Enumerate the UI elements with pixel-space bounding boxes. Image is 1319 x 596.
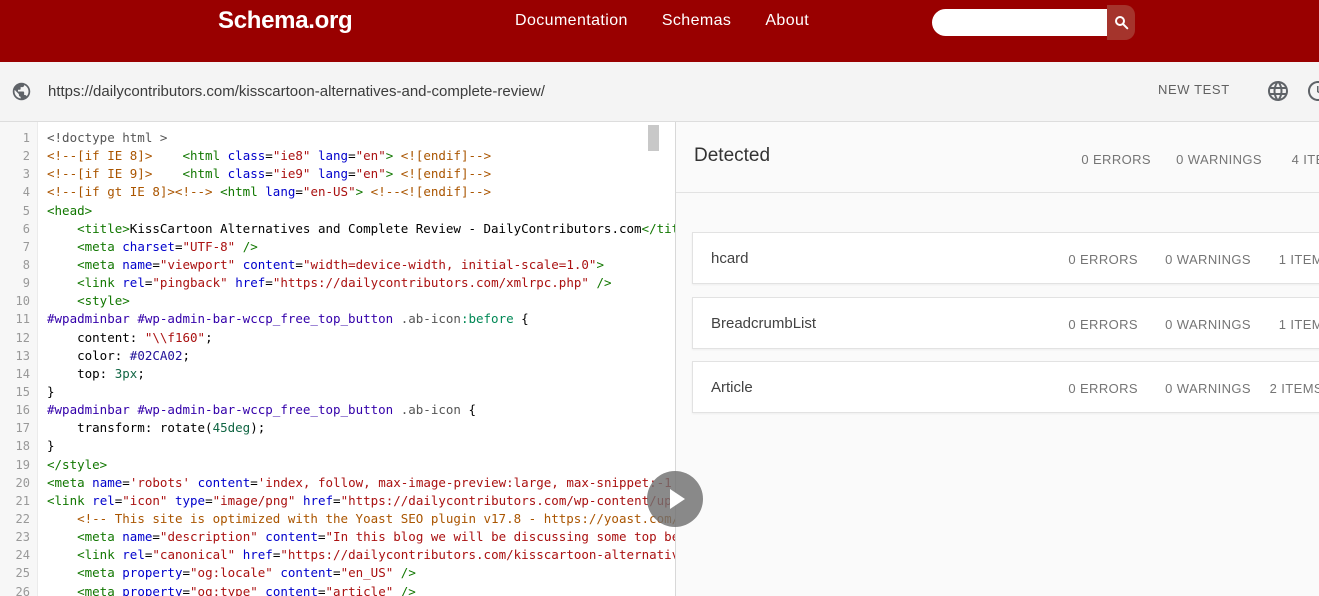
code-line: <meta name="description" content="In thi… [47,528,675,546]
code-line: #wpadminbar #wp-admin-bar-wccp_free_top_… [47,310,675,328]
entity-name: Article [711,362,753,412]
code-line: <meta name='robots' content='index, foll… [47,474,675,492]
code-line: color: #02CA02; [47,347,675,365]
entity-items: 1 ITEM [1173,252,1319,267]
code-line: <!--[if IE 8]> <html class="ie8" lang="e… [47,147,675,165]
code-line: <meta name="viewport" content="width=dev… [47,256,675,274]
code-line: <title>KissCartoon Alternatives and Comp… [47,220,675,238]
code-line: top: 3px; [47,365,675,383]
tested-url[interactable]: https://dailycontributors.com/kisscartoo… [48,62,545,122]
globe-icon[interactable] [1266,79,1290,108]
results-header: Detected 0 ERRORS 0 WARNINGS 4 ITEMS [676,122,1319,193]
top-navbar: Schema.org Documentation Schemas About [0,0,1319,62]
code-line: <meta property="og:locale" content="en_U… [47,564,675,582]
nav-about[interactable]: About [765,12,809,30]
code-line: <link rel="icon" type="image/png" href="… [47,492,675,510]
code-line: <head> [47,202,675,220]
code-lines: <!doctype html ><!--[if IE 8]> <html cla… [38,122,675,596]
main-nav: Documentation Schemas About [515,0,809,42]
code-line: <link rel="canonical" href="https://dail… [47,546,675,564]
entity-items: 2 ITEMS [1173,381,1319,396]
vertical-scrollbar-thumb[interactable] [648,125,659,151]
entity-name: hcard [711,233,749,283]
nav-documentation[interactable]: Documentation [515,12,628,30]
code-line: <link rel="pingback" href="https://daily… [47,274,675,292]
detected-title: Detected [694,145,770,167]
results-panel: Detected 0 ERRORS 0 WARNINGS 4 ITEMS hca… [676,122,1319,596]
summary-items: 4 ITEMS [1195,152,1319,167]
search-icon [1114,15,1129,30]
entity-card-breadcrumblist[interactable]: BreadcrumbList 0 ERRORS 0 WARNINGS 1 ITE… [692,297,1319,349]
code-line: <!--[if gt IE 8]><!--> <html lang="en-US… [47,183,675,201]
code-editor[interactable]: 1234567891011121314151617181920212223242… [0,122,676,596]
entity-items: 1 ITEM [1173,317,1319,332]
code-line: } [47,437,675,455]
code-line: </style> [47,456,675,474]
site-globe-icon [11,81,32,107]
schema-org-logo[interactable]: Schema.org [218,7,352,35]
code-gutter: 1234567891011121314151617181920212223242… [0,122,38,596]
code-line: <!--[if IE 9]> <html class="ie9" lang="e… [47,165,675,183]
code-line: <meta charset="UTF-8" /> [47,238,675,256]
play-button[interactable] [647,471,703,527]
search-box [932,4,1135,41]
code-line: <meta property="og:type" content="articl… [47,583,675,596]
code-line: <!doctype html > [47,129,675,147]
search-input[interactable] [932,9,1107,36]
entity-card-article[interactable]: Article 0 ERRORS 0 WARNINGS 2 ITEMS [692,361,1319,413]
code-line: content: "\\f160"; [47,329,675,347]
history-clock-icon[interactable] [1306,79,1319,108]
nav-schemas[interactable]: Schemas [662,12,732,30]
search-button[interactable] [1107,5,1135,40]
test-url-bar: https://dailycontributors.com/kisscartoo… [0,62,1319,122]
new-test-button[interactable]: NEW TEST [1158,82,1230,97]
entity-card-hcard[interactable]: hcard 0 ERRORS 0 WARNINGS 1 ITEM [692,232,1319,284]
code-line: transform: rotate(45deg); [47,419,675,437]
entity-name: BreadcrumbList [711,298,816,348]
play-icon [670,489,685,509]
code-line: <style> [47,292,675,310]
code-line: <!-- This site is optimized with the Yoa… [47,510,675,528]
code-line: } [47,383,675,401]
code-line: #wpadminbar #wp-admin-bar-wccp_free_top_… [47,401,675,419]
